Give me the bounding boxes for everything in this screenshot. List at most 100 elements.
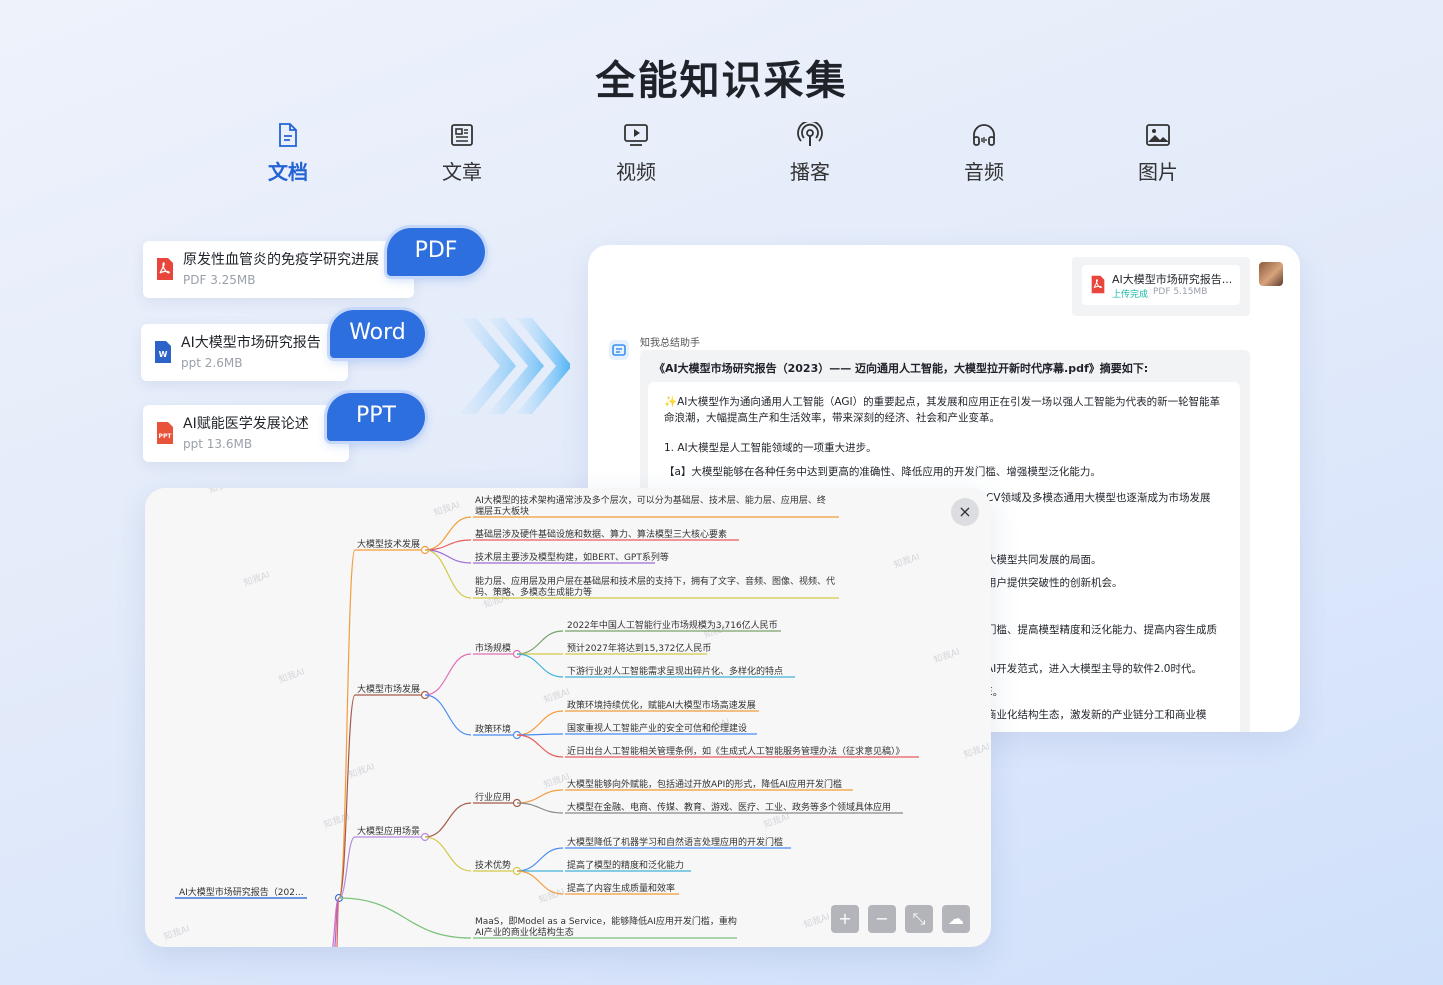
uploaded-file-size: PDF 5.15MB — [1153, 287, 1208, 297]
file-name: AI赋能医学发展论述 — [183, 416, 309, 432]
mindmap-leaf: 近日出台人工智能相关管理条例，如《生成式人工智能服务管理办法（征求意见稿）》 — [567, 745, 905, 757]
mindmap-leaf: 码、策略、多模态生成能力等 — [475, 586, 592, 598]
badge-ppt: PPT — [327, 393, 425, 441]
file-meta: ppt 2.6MB — [181, 356, 243, 370]
watermark: 知我AI — [962, 740, 991, 760]
mindmap-leaf: 提高了模型的精度和泛化能力 — [567, 859, 684, 871]
watermark: 知我AI — [892, 550, 921, 570]
mindmap-edge — [516, 630, 564, 655]
answer-line: 大模型共同发展的局面。 — [986, 554, 1102, 566]
mindmap-leaf: 政策环境持续优化，赋能AI大模型市场高速发展 — [567, 699, 756, 711]
uploaded-file-message: AI大模型市场研究报告... 上传完成 PDF 5.15MB — [1072, 257, 1250, 316]
badge-pdf: PDF — [387, 228, 485, 276]
sparkle-icon: ✨ — [664, 396, 678, 408]
tab-audio[interactable]: 音频 — [934, 118, 1034, 185]
article-icon — [451, 124, 473, 146]
watermark: 知我AI — [802, 910, 831, 930]
fit-screen-button[interactable]: ⤡ — [905, 905, 933, 933]
uploaded-file-name: AI大模型市场研究报告... — [1112, 273, 1233, 286]
answer-line: 用户提供突破性的创新机会。 — [986, 577, 1123, 589]
svg-text:PPT: PPT — [159, 433, 173, 440]
document-icon — [279, 123, 297, 147]
mindmap-edge — [424, 549, 472, 599]
mindmap-edge — [424, 802, 472, 838]
mindmap-edge — [338, 549, 356, 899]
mindmap-leaf: 下游行业对人工智能需求呈现出碎片化、多样化的特点 — [567, 665, 783, 677]
uploaded-file-card[interactable]: AI大模型市场研究报告... 上传完成 PDF 5.15MB — [1082, 265, 1240, 305]
download-button[interactable]: ☁ — [942, 905, 970, 933]
tab-label: 播客 — [790, 160, 830, 184]
mindmap-leaf: AI大模型的技术架构通常涉及多个层次，可以分为基础层、技术层、能力层、应用层、终 — [475, 494, 826, 506]
watermark: 知我AI — [207, 488, 236, 496]
mindmap-leaf: 国家重视人工智能产业的安全可信和伦理建设 — [567, 722, 747, 734]
word-file-icon: W — [155, 341, 171, 363]
close-button[interactable]: × — [951, 498, 979, 526]
assistant-name: 知我总结助手 — [640, 338, 700, 349]
answer-line: 商业化结构生态，激发新的产业链分工和商业模 — [986, 709, 1207, 721]
mindmap-leaf: 大模型能够向外赋能，包括通过开放API的形式，降低AI应用开发门槛 — [567, 778, 842, 790]
ppt-file-icon: PPT — [157, 422, 173, 444]
zoom-out-button[interactable]: − — [868, 905, 896, 933]
file-name: 原发性血管炎的免疫学研究进展 — [183, 252, 379, 268]
zoom-in-button[interactable]: + — [831, 905, 859, 933]
mindmap-leaf: 技术层主要涉及模型构建，如BERT、GPT系列等 — [475, 551, 669, 563]
watermark: 知我AI — [347, 760, 376, 780]
watermark: 知我AI — [432, 498, 461, 518]
mindmap-leaf: 提高了内容生成质量和效率 — [567, 882, 675, 894]
file-card-pdf[interactable]: 原发性血管炎的免疫学研究进展 PDF 3.25MB — [143, 241, 414, 298]
mindmap-edge — [516, 710, 564, 736]
file-card-ppt[interactable]: PPT AI赋能医学发展论述 ppt 13.6MB — [143, 405, 349, 462]
file-meta: PDF 3.25MB — [183, 273, 256, 287]
watermark: 知我AI — [162, 922, 191, 942]
answer-point: 1. AI大模型是人工智能领域的一项重大进步。 — [664, 442, 877, 454]
mindmap-branch: 大模型技术发展 — [357, 538, 420, 550]
tab-label: 文章 — [442, 160, 482, 184]
mindmap-branch: 大模型应用场景 — [357, 825, 420, 837]
badge-word: Word — [330, 310, 425, 358]
mindmap-panel: 知我AI 知我AI 知我AI 知我AI 知我AI 知我AI 知我AI 知我AI 知我AI 知我AI… — [145, 488, 991, 947]
svg-text:W: W — [159, 350, 168, 359]
mindmap-branch: 大模型市场发展 — [357, 683, 420, 695]
avatar[interactable] — [1259, 262, 1283, 286]
mindmap-canvas[interactable]: 知我AI 知我AI 知我AI 知我AI 知我AI 知我AI 知我AI 知我AI 知我AI 知我AI… — [145, 488, 991, 947]
mindmap-sub-branch: 市场规模 — [475, 642, 511, 654]
answer-line: CV领域及多模态通用大模型也逐渐成为市场发展 — [986, 492, 1211, 504]
pdf-file-icon — [157, 258, 173, 280]
mindmap-sub-branch: 政策环境 — [475, 723, 511, 735]
tab-podcast[interactable]: 播客 — [760, 118, 860, 185]
mindmap-leaf: 能力层、应用层及用户层在基础层和技术层的支持下，拥有了文字、音频、图像、视频、代 — [475, 575, 835, 587]
mindmap-sub-branch: 技术优势 — [475, 859, 511, 871]
tab-article[interactable]: 文章 — [412, 118, 512, 185]
mindmap-edge — [424, 694, 472, 736]
file-card-word[interactable]: W AI大模型市场研究报告 ppt 2.6MB — [141, 324, 348, 381]
answer-line: 门槛、提高模型精度和泛化能力、提高内容生成质 — [986, 624, 1217, 636]
answer-title: 《AI大模型市场研究报告（2023）—— 迈向通用人工智能，大模型拉开新时代序幕… — [654, 362, 1149, 375]
video-icon — [624, 124, 648, 146]
mindmap-leaf: 2022年中国人工智能行业市场规模为3,716亿人民币 — [567, 619, 778, 631]
podcast-icon — [797, 122, 823, 146]
tab-document[interactable]: 文档 — [238, 118, 338, 185]
tab-label: 文档 — [268, 160, 308, 184]
file-meta: ppt 13.6MB — [183, 437, 253, 451]
category-tabs: 文档 文章 视频 播客 音频 图片 — [0, 118, 1443, 198]
mindmap-edge — [516, 847, 564, 872]
mindmap-edge — [516, 653, 564, 678]
mindmap-edge — [516, 802, 564, 814]
answer-subpoint: 【a】大模型能够在各种任务中达到更高的准确性、降低应用的开发门槛、增强模型泛化能… — [664, 466, 1101, 478]
watermark: 知我AI — [932, 645, 961, 665]
watermark: 知我AI — [537, 885, 566, 905]
mindmap-edge — [516, 734, 564, 758]
mindmap-leaf: 大模型在金融、电商、传媒、教育、游戏、医疗、工业、政务等多个领域具体应用 — [567, 801, 891, 813]
intro-text: AI大模型作为通向通用人工智能（AGI）的重要起点，其发展和应用正在引发一场以强… — [664, 396, 1221, 424]
mindmap-leaf: 大模型降低了机器学习和自然语言处理应用的开发门槛 — [567, 836, 783, 848]
answer-intro: ✨AI大模型作为通向通用人工智能（AGI）的重要起点，其发展和应用正在引发一场以… — [664, 394, 1224, 426]
assistant-icon — [609, 340, 629, 360]
mindmap-sub-branch: 行业应用 — [475, 791, 511, 803]
tab-video[interactable]: 视频 — [586, 118, 686, 185]
mindmap-leaf: 基础层涉及硬件基础设施和数据、算力、算法模型三大核心要素 — [475, 528, 727, 540]
mindmap-root: AI大模型市场研究报告（202... — [179, 886, 304, 898]
headphones-icon — [973, 124, 995, 146]
mindmap-edge — [424, 836, 472, 872]
tab-image[interactable]: 图片 — [1108, 118, 1208, 185]
mindmap-leaf: MaaS，即Model as a Service，能够降低AI应用开发门槛，重构 — [475, 915, 737, 927]
